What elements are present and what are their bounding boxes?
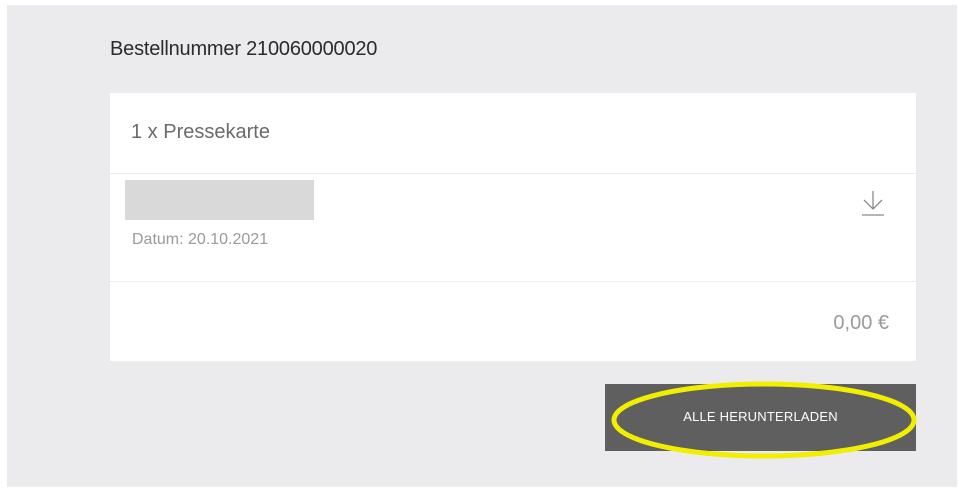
ticket-card: 1 x Pressekarte Datum: 20.10.2021 0,00 € [110, 93, 916, 361]
price-row: 0,00 € [110, 282, 916, 361]
redacted-name-placeholder [125, 180, 314, 220]
ticket-row: Datum: 20.10.2021 [110, 174, 916, 282]
download-all-button[interactable]: ALLE HERUNTERLADEN [605, 384, 916, 451]
ticket-date: Datum: 20.10.2021 [132, 231, 269, 248]
ticket-price: 0,00 € [833, 312, 889, 334]
ticket-quantity-label: 1 x Pressekarte [131, 121, 270, 143]
order-number-title: Bestellnummer 210060000020 [110, 38, 378, 60]
ticket-card-header: 1 x Pressekarte [110, 93, 916, 174]
download-all-label: ALLE HERUNTERLADEN [683, 409, 838, 424]
download-icon[interactable] [860, 188, 886, 218]
